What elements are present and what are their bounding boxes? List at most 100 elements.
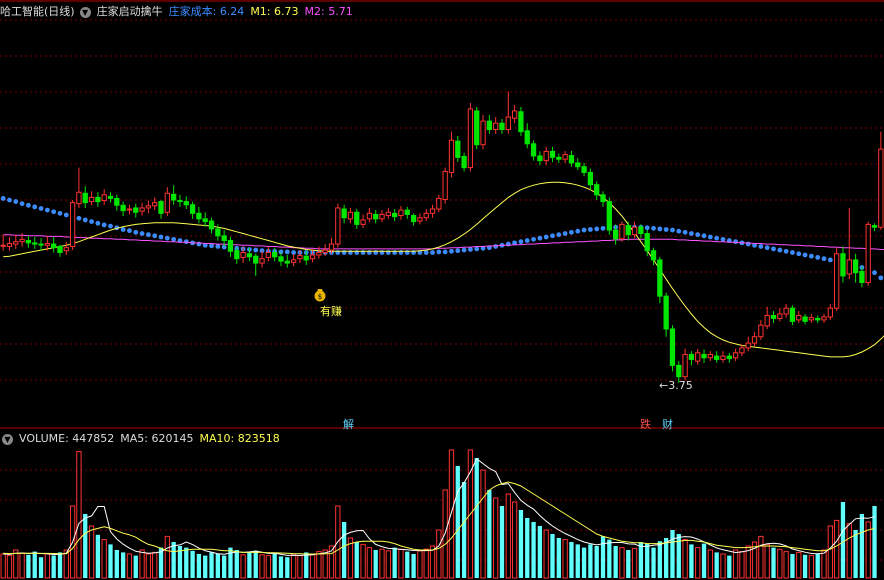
m2-label: M2: bbox=[304, 5, 325, 18]
volume-bar bbox=[802, 554, 808, 578]
indicator-name[interactable]: 庄家启动擒牛 bbox=[97, 3, 163, 21]
candle-body bbox=[606, 201, 612, 231]
cost-dot bbox=[19, 201, 25, 207]
candle-body bbox=[448, 139, 455, 173]
candle-body bbox=[120, 204, 126, 212]
cost-dot bbox=[808, 253, 814, 259]
volume-bar bbox=[720, 553, 726, 579]
candle-body bbox=[297, 255, 303, 260]
volume-bar bbox=[32, 551, 37, 578]
volume-bar bbox=[777, 548, 783, 579]
candle-body bbox=[821, 316, 827, 321]
cost-dot bbox=[253, 247, 259, 253]
cost-dot bbox=[120, 227, 126, 232]
cost-dot bbox=[518, 239, 524, 245]
volume-bar bbox=[423, 548, 429, 579]
candle-body bbox=[480, 120, 486, 146]
candle-body bbox=[410, 215, 417, 223]
volume-bar bbox=[101, 539, 107, 579]
volume-bar bbox=[76, 451, 82, 579]
volume-bar bbox=[531, 522, 536, 578]
volume-bar bbox=[0, 553, 6, 579]
cost-dot bbox=[95, 220, 101, 226]
candle-body bbox=[177, 200, 183, 203]
cost-dot bbox=[575, 228, 581, 234]
candle-body bbox=[158, 201, 164, 214]
cost-dot bbox=[423, 250, 429, 255]
stock-title: 哈工智能(日线) bbox=[0, 5, 75, 18]
volume-bar bbox=[474, 458, 479, 578]
candle-body bbox=[764, 314, 770, 327]
volume-bar bbox=[537, 526, 543, 578]
volume-bar bbox=[771, 547, 776, 578]
cost-dot bbox=[474, 246, 480, 252]
candle-body bbox=[777, 313, 783, 319]
candle-body bbox=[594, 184, 600, 196]
candle-body bbox=[562, 154, 568, 160]
volume-bars bbox=[0, 449, 877, 579]
candle-body bbox=[360, 219, 366, 225]
volume-bar bbox=[575, 544, 580, 578]
candle-body bbox=[600, 194, 606, 203]
candle-body bbox=[76, 191, 82, 205]
signal-die: 跌 bbox=[640, 418, 651, 431]
chart-canvas[interactable] bbox=[0, 0, 884, 580]
volume-bar bbox=[164, 535, 170, 579]
chevron-down-icon[interactable]: ▼ bbox=[79, 6, 91, 18]
candle-body bbox=[126, 208, 133, 211]
cost-dot bbox=[562, 231, 568, 236]
cost-dot bbox=[821, 256, 827, 262]
volume-bar bbox=[543, 529, 549, 579]
cost-label: 庄家成本: bbox=[168, 5, 217, 18]
candle-body bbox=[44, 242, 51, 246]
candle-body bbox=[530, 143, 537, 157]
cost-dot bbox=[101, 222, 107, 228]
volume-bar bbox=[619, 547, 625, 579]
volume-bar bbox=[480, 469, 486, 579]
volume-bar bbox=[815, 554, 820, 578]
candle-body bbox=[802, 316, 808, 322]
candle-body bbox=[328, 243, 335, 251]
cost-dot bbox=[26, 202, 31, 208]
volume-bar bbox=[222, 555, 227, 578]
volume-bar bbox=[846, 523, 852, 579]
volume-bar bbox=[196, 554, 202, 578]
candle-body bbox=[467, 108, 474, 169]
candle-body bbox=[278, 256, 284, 262]
volume-bar bbox=[455, 466, 460, 578]
candle-body bbox=[442, 170, 448, 200]
candle-body bbox=[13, 241, 19, 245]
volume-bar bbox=[436, 529, 442, 579]
volume-bar bbox=[461, 482, 467, 578]
candle-body bbox=[827, 307, 833, 318]
candle-body bbox=[436, 197, 442, 210]
candle-body bbox=[846, 259, 852, 275]
svg-text:$: $ bbox=[318, 293, 322, 301]
candle-body bbox=[455, 140, 461, 158]
cost-dot bbox=[733, 239, 739, 245]
candle-body bbox=[833, 253, 840, 309]
candle-body bbox=[152, 202, 158, 207]
candle-body bbox=[417, 217, 423, 222]
candle-body bbox=[0, 244, 6, 247]
cost-dot bbox=[745, 241, 751, 247]
volume-bar bbox=[278, 556, 284, 578]
volume-bar bbox=[588, 544, 593, 578]
chevron-down-icon[interactable]: ▼ bbox=[2, 433, 13, 445]
volume-bar bbox=[373, 550, 378, 578]
volume-bar bbox=[19, 552, 25, 579]
candle-body bbox=[474, 110, 480, 146]
candle-body bbox=[751, 336, 758, 344]
candle-body bbox=[631, 226, 638, 236]
candle-body bbox=[170, 193, 177, 201]
m1-value: 6.73 bbox=[274, 5, 299, 18]
candle-body bbox=[650, 250, 657, 261]
volume-bar bbox=[392, 547, 397, 578]
volume-bar bbox=[695, 547, 701, 579]
candle-body bbox=[272, 252, 278, 258]
volume-bar bbox=[859, 514, 865, 578]
volume-bar bbox=[297, 555, 303, 579]
cost-dot bbox=[644, 225, 650, 231]
volume-bar bbox=[727, 555, 732, 578]
signal-cai: 财 bbox=[662, 418, 673, 431]
